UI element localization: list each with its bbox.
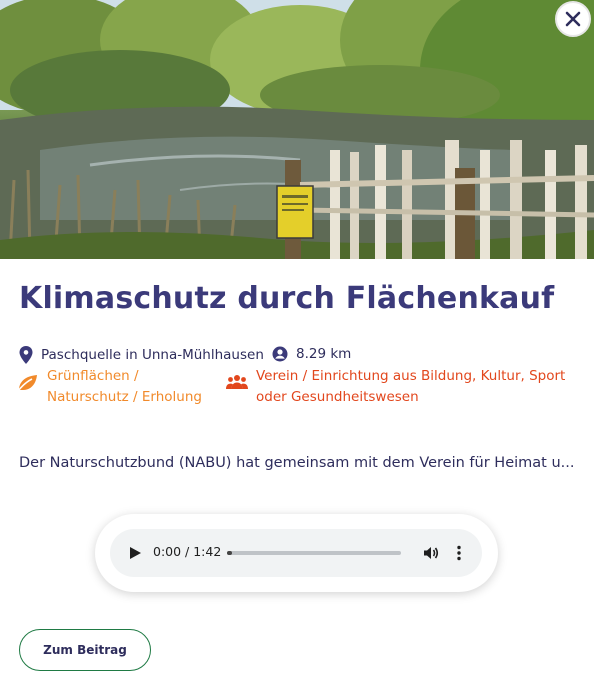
audio-progress-slider[interactable] (227, 551, 401, 555)
leaf-icon (17, 375, 37, 392)
to-article-button[interactable]: Zum Beitrag (19, 629, 151, 671)
close-button[interactable] (555, 1, 591, 37)
project-detail-card: Klimaschutz durch Flächenkauf Paschquell… (0, 0, 594, 683)
category-topic: Grünflächen / Naturschutz / Erholung (17, 366, 217, 408)
category-organization: Verein / Einrichtung aus Bildung, Kultur… (226, 366, 576, 408)
category-topic-text: Grünflächen / Naturschutz / Erholung (47, 366, 202, 408)
group-icon (226, 375, 248, 389)
location-text: Paschquelle in Unna-Mühlhausen (41, 347, 264, 363)
volume-icon[interactable] (423, 545, 439, 561)
page-title: Klimaschutz durch Flächenkauf (19, 281, 555, 316)
category-organization-line2: oder Gesundheitswesen (256, 389, 419, 405)
category-topic-line2: Naturschutz / Erholung (47, 389, 202, 405)
category-topic-line1: Grünflächen / (47, 368, 139, 384)
distance-info: 8.29 km (272, 346, 351, 362)
audio-player-container: 0:00 / 1:42 (95, 514, 498, 592)
distance-text: 8.29 km (296, 346, 352, 362)
category-organization-text: Verein / Einrichtung aus Bildung, Kultur… (256, 366, 565, 408)
location-info: Paschquelle in Unna-Mühlhausen (19, 346, 264, 364)
hero-image (0, 0, 594, 259)
close-icon (565, 11, 581, 27)
more-options-icon[interactable] (456, 545, 462, 561)
user-circle-icon (272, 346, 288, 362)
audio-player[interactable]: 0:00 / 1:42 (110, 529, 482, 577)
audio-time: 0:00 / 1:42 (153, 544, 222, 559)
audio-progress-fill (227, 551, 233, 555)
pond-scene-illustration (0, 0, 594, 259)
category-organization-line1: Verein / Einrichtung aus Bildung, Kultur… (256, 368, 566, 384)
map-pin-icon (19, 346, 33, 364)
description-text: Der Naturschutzbund (NABU) hat gemeinsam… (19, 455, 575, 471)
play-icon[interactable] (128, 546, 142, 560)
